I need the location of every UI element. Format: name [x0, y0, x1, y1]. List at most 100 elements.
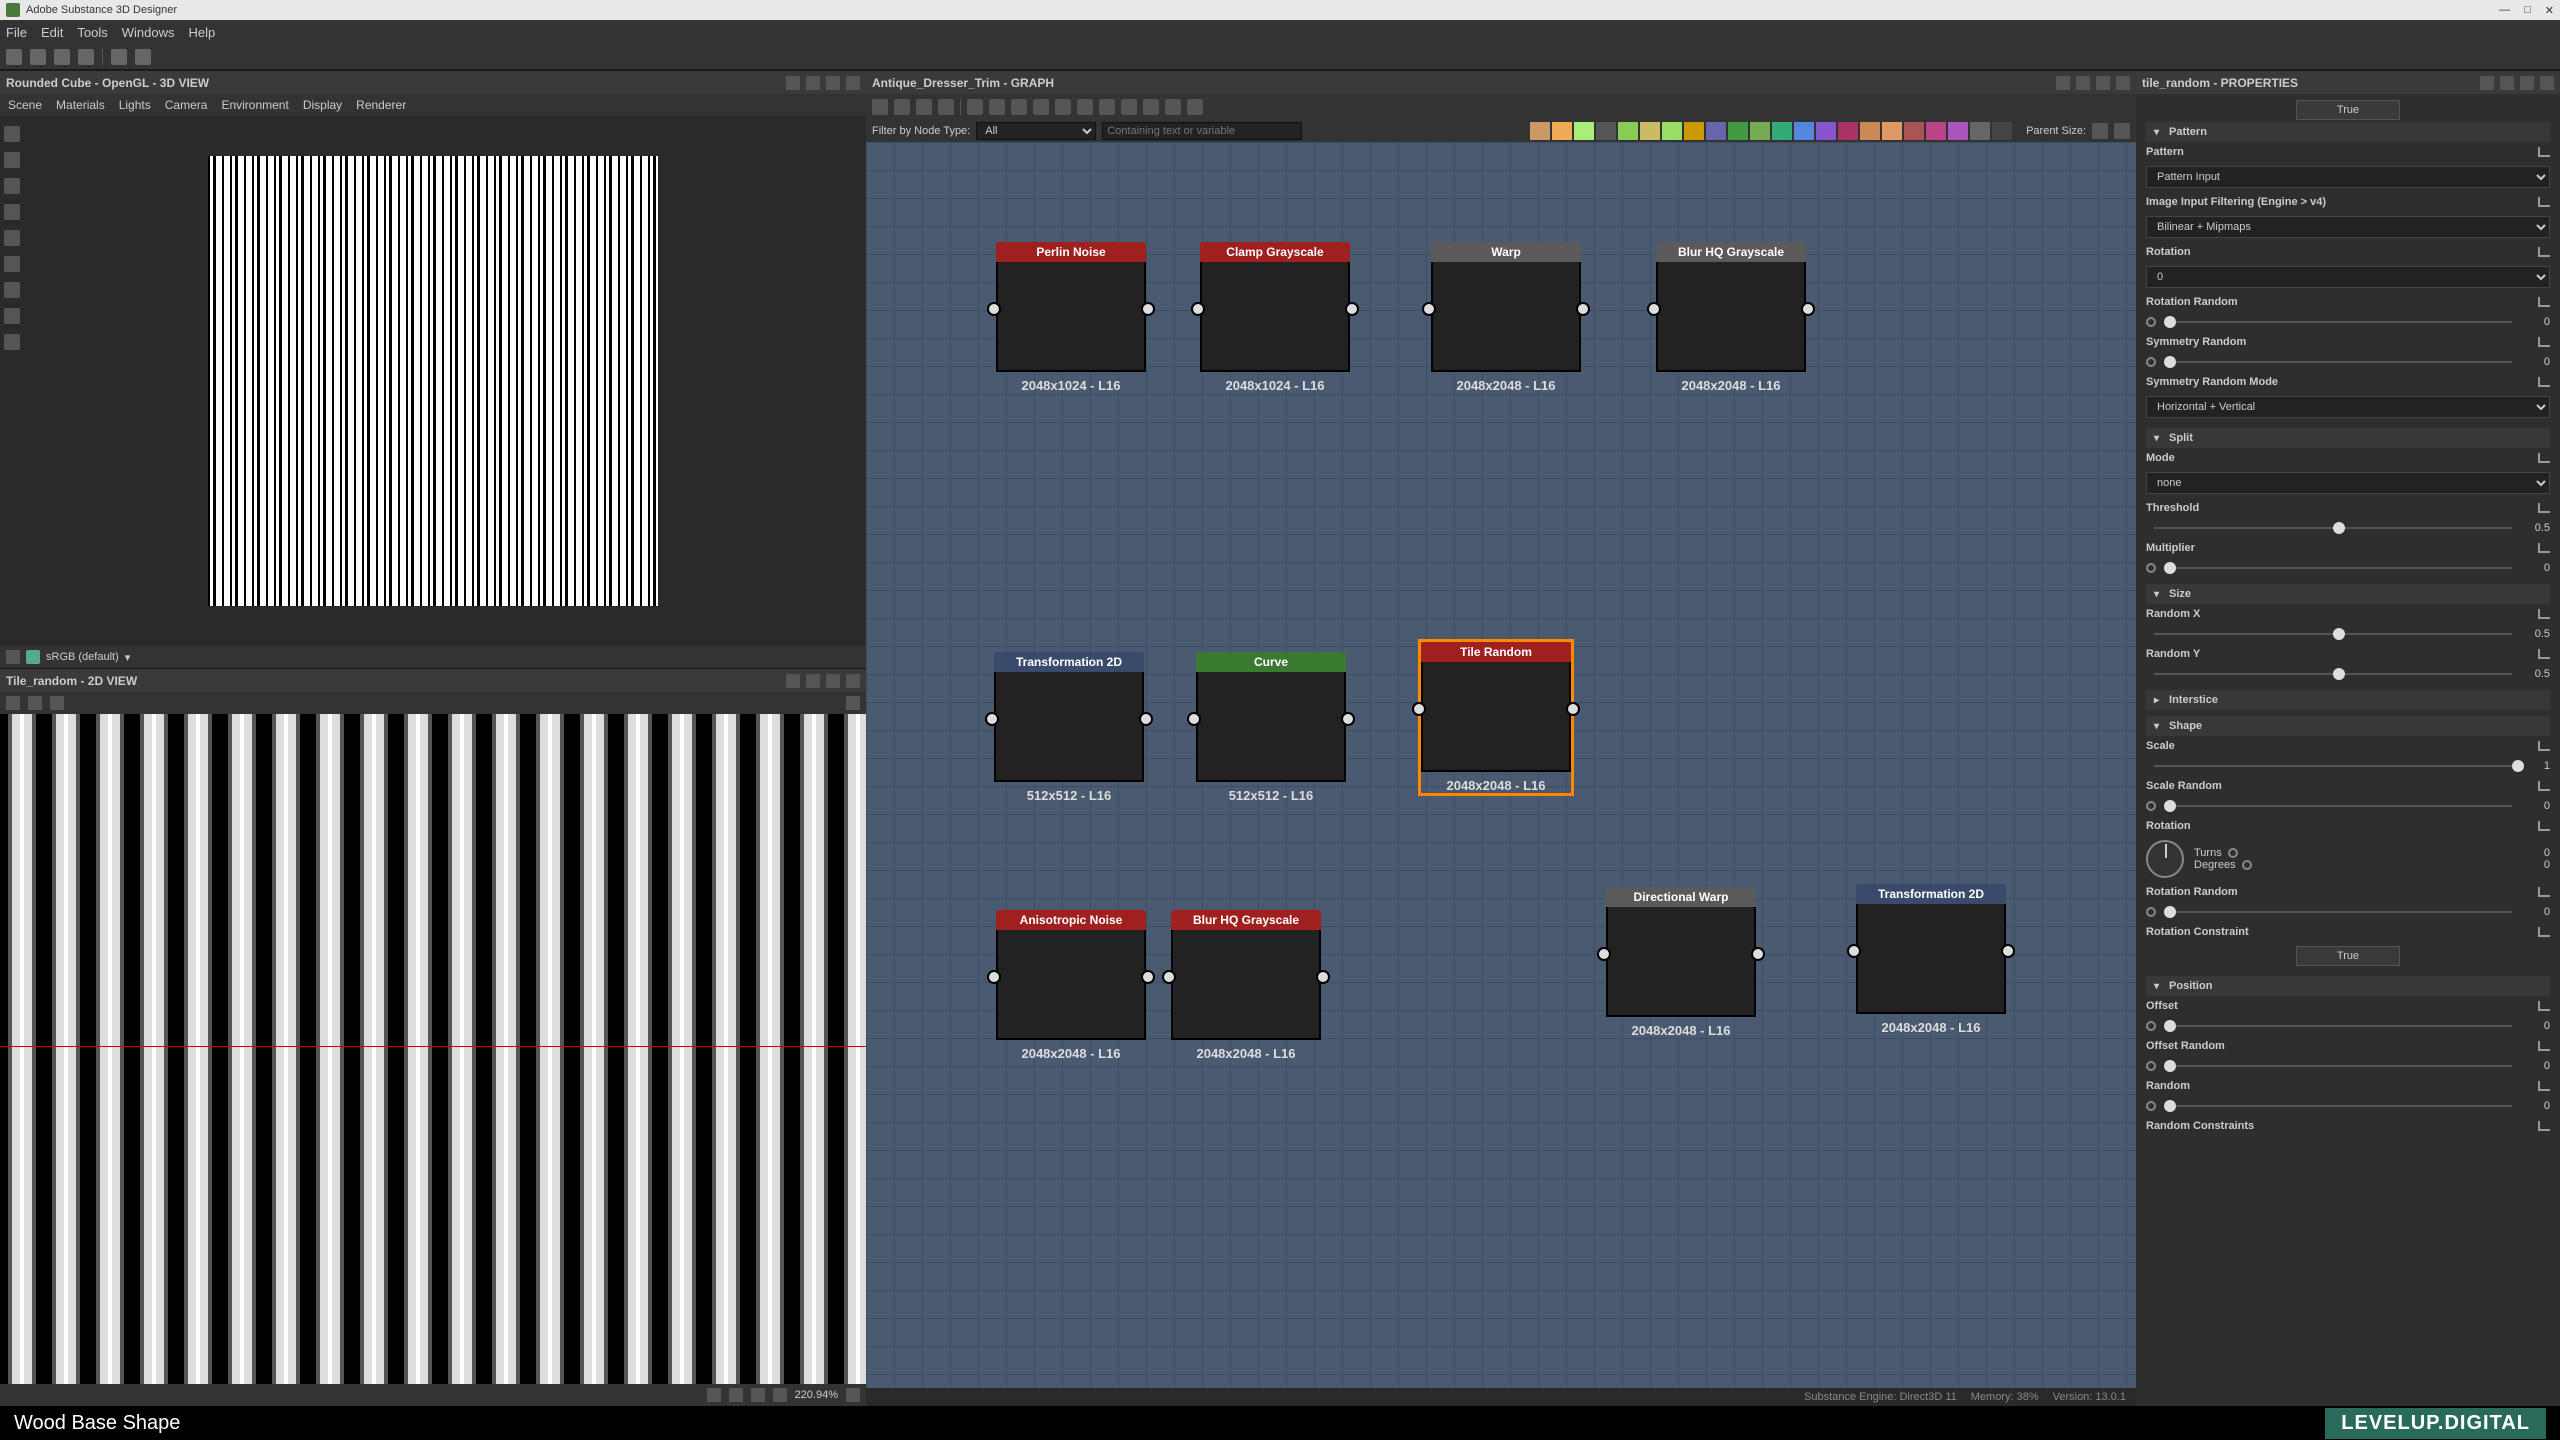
tool-icon[interactable]	[4, 178, 20, 194]
palette-swatch[interactable]	[1838, 122, 1858, 140]
close-panel-icon[interactable]	[846, 674, 860, 688]
reset-icon[interactable]	[2538, 1001, 2550, 1011]
radio-icon[interactable]	[2146, 1021, 2156, 1031]
close-panel-icon[interactable]	[846, 76, 860, 90]
close-panel-icon[interactable]	[2116, 76, 2130, 90]
rotation-select[interactable]: 0	[2146, 266, 2550, 288]
menu-file[interactable]: File	[6, 25, 27, 40]
output-pin[interactable]	[1341, 712, 1355, 726]
center-icon[interactable]	[773, 1388, 787, 1402]
fit-icon[interactable]	[729, 1388, 743, 1402]
palette-swatch[interactable]	[1596, 122, 1616, 140]
palette-swatch[interactable]	[1640, 122, 1660, 140]
restore-icon[interactable]	[806, 674, 820, 688]
rotrand-slider[interactable]	[2164, 321, 2512, 323]
rotconstraint-toggle[interactable]: True	[2296, 946, 2400, 966]
submenu-lights[interactable]: Lights	[119, 98, 151, 112]
reset-icon[interactable]	[2538, 503, 2550, 513]
section-shape[interactable]: Shape	[2146, 716, 2550, 736]
node-blurhq2[interactable]: Blur HQ Grayscale2048x2048 - L16	[1171, 910, 1321, 1061]
palette-swatch[interactable]	[1706, 122, 1726, 140]
node-perlin[interactable]: Perlin Noise2048x1024 - L16	[996, 242, 1146, 393]
random-slider[interactable]	[2164, 1105, 2512, 1107]
tool-icon[interactable]	[4, 282, 20, 298]
align-icon[interactable]	[1011, 99, 1027, 115]
section-size[interactable]: Size	[2146, 584, 2550, 604]
filter-type-select[interactable]: All	[976, 122, 1096, 140]
node-warp[interactable]: Warp2048x2048 - L16	[1431, 242, 1581, 393]
link-icon[interactable]	[1055, 99, 1071, 115]
save-icon[interactable]	[78, 49, 94, 65]
restore-icon[interactable]	[2500, 76, 2514, 90]
node-trans2d[interactable]: Transformation 2D512x512 - L16	[994, 652, 1144, 803]
link-sizes-icon[interactable]	[2114, 123, 2130, 139]
tool-icon[interactable]	[4, 334, 20, 350]
input-pin[interactable]	[1162, 970, 1176, 984]
rotation-dial[interactable]	[2146, 840, 2184, 878]
output-pin[interactable]	[2001, 944, 2015, 958]
submenu-display[interactable]: Display	[303, 98, 342, 112]
reset-icon[interactable]	[2538, 147, 2550, 157]
menu-edit[interactable]: Edit	[41, 25, 63, 40]
reset-icon[interactable]	[2538, 609, 2550, 619]
reset-icon[interactable]	[2538, 337, 2550, 347]
section-pattern[interactable]: Pattern	[2146, 122, 2550, 142]
node-clamp[interactable]: Clamp Grayscale2048x1024 - L16	[1200, 242, 1350, 393]
histogram-icon[interactable]	[846, 696, 860, 710]
refresh-icon[interactable]	[1099, 99, 1115, 115]
tool-icon[interactable]	[4, 256, 20, 272]
palette-swatch[interactable]	[1684, 122, 1704, 140]
palette-swatch[interactable]	[1662, 122, 1682, 140]
output-pin[interactable]	[1801, 302, 1815, 316]
info-icon[interactable]	[938, 99, 954, 115]
input-pin[interactable]	[1597, 947, 1611, 961]
open-icon[interactable]	[6, 696, 20, 710]
randx-slider[interactable]	[2154, 633, 2512, 635]
output-pin[interactable]	[1141, 970, 1155, 984]
radio-icon[interactable]	[2146, 563, 2156, 573]
maximize-icon[interactable]: □	[2524, 4, 2531, 17]
colorspace-label[interactable]: sRGB (default)	[46, 651, 119, 663]
save-icon[interactable]	[28, 696, 42, 710]
distribute-icon[interactable]	[1033, 99, 1049, 115]
maximize-panel-icon[interactable]	[2520, 76, 2534, 90]
palette-swatch[interactable]	[1926, 122, 1946, 140]
section-interstice[interactable]: Interstice	[2146, 690, 2550, 710]
reset-icon[interactable]	[2538, 1081, 2550, 1091]
palette-swatch[interactable]	[1772, 122, 1792, 140]
menu-help[interactable]: Help	[188, 25, 215, 40]
minimize-icon[interactable]: —	[2499, 4, 2510, 17]
palette-swatch[interactable]	[1948, 122, 1968, 140]
palette-swatch[interactable]	[1816, 122, 1836, 140]
dropdown-icon[interactable]: ▾	[125, 651, 131, 664]
reset-icon[interactable]	[2538, 649, 2550, 659]
reset-icon[interactable]	[2538, 453, 2550, 463]
output-pin[interactable]	[1345, 302, 1359, 316]
node-tilerand[interactable]: Tile Random2048x2048 - L16	[1421, 642, 1571, 793]
export-icon[interactable]	[1121, 99, 1137, 115]
offsetrand-slider[interactable]	[2164, 1065, 2512, 1067]
symrand-slider[interactable]	[2164, 361, 2512, 363]
submenu-materials[interactable]: Materials	[56, 98, 105, 112]
maximize-panel-icon[interactable]	[826, 76, 840, 90]
camera-icon[interactable]	[916, 99, 932, 115]
reset-icon[interactable]	[2538, 927, 2550, 937]
tool-icon[interactable]	[4, 204, 20, 220]
cursor-icon[interactable]	[872, 99, 888, 115]
reset-icon[interactable]	[2538, 247, 2550, 257]
node-dirwarp[interactable]: Directional Warp2048x2048 - L16	[1606, 887, 1756, 1038]
threshold-slider[interactable]	[2154, 527, 2512, 529]
new-icon[interactable]	[30, 49, 46, 65]
palette-swatch[interactable]	[1574, 122, 1594, 140]
reset-icon[interactable]	[2538, 1041, 2550, 1051]
pin-icon[interactable]	[2480, 76, 2494, 90]
section-split[interactable]: Split	[2146, 428, 2550, 448]
maximize-panel-icon[interactable]	[2096, 76, 2110, 90]
copy-icon[interactable]	[50, 696, 64, 710]
section-position[interactable]: Position	[2146, 976, 2550, 996]
input-pin[interactable]	[1647, 302, 1661, 316]
radio-icon[interactable]	[2146, 801, 2156, 811]
palette-swatch[interactable]	[1728, 122, 1748, 140]
radio-icon[interactable]	[2228, 848, 2238, 858]
reset-icon[interactable]	[2538, 781, 2550, 791]
